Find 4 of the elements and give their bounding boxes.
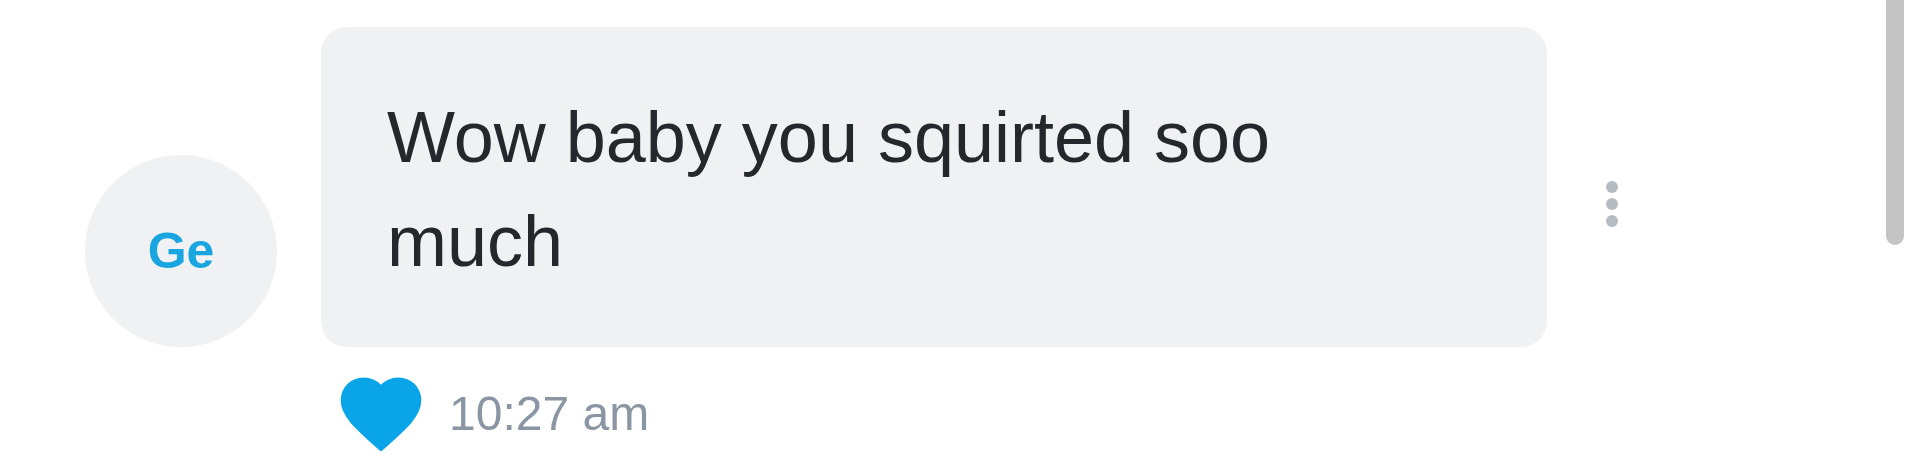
avatar[interactable]: Ge: [85, 155, 277, 347]
avatar-initials: Ge: [147, 221, 215, 281]
message-time: 10:27 am: [449, 386, 650, 442]
message-text: Wow baby you squirted soo much: [387, 96, 1272, 283]
